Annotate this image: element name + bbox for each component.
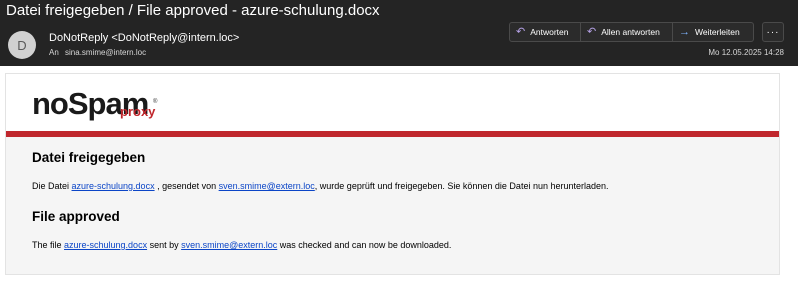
recipient-address[interactable]: sina.smime@intern.loc bbox=[65, 48, 146, 57]
text-segment: was checked and can now be downloaded. bbox=[277, 240, 452, 250]
to-label: An bbox=[49, 48, 59, 57]
forward-label: Weiterleiten bbox=[695, 27, 740, 37]
paragraph-german: Die Datei azure-schulung.docx , gesendet… bbox=[32, 181, 609, 191]
reply-button[interactable]: ↶ Antworten bbox=[509, 22, 581, 42]
reply-all-arrow-icon: ↶ bbox=[587, 25, 597, 38]
logo-registered-mark: ® bbox=[153, 99, 158, 105]
text-segment: The file bbox=[32, 240, 65, 250]
reply-all-button[interactable]: ↶ Allen antworten bbox=[581, 22, 673, 42]
sender-email-link[interactable]: sven.smime@extern.loc bbox=[219, 181, 315, 191]
reply-all-label: Allen antworten bbox=[601, 27, 660, 37]
text-segment: , wurde geprüft und freigegeben. Sie kön… bbox=[314, 181, 609, 191]
reply-label: Antworten bbox=[530, 27, 569, 37]
received-date: Mo 12.05.2025 14:28 bbox=[708, 48, 784, 57]
paragraph-english: The file azure-schulung.docx sent by sve… bbox=[32, 240, 451, 250]
message-actions: ↶ Antworten ↶ Allen antworten → Weiterle… bbox=[509, 22, 754, 42]
more-ellipsis-icon: ··· bbox=[766, 26, 780, 38]
heading-english: File approved bbox=[32, 209, 120, 224]
mail-subject: Datei freigegeben / File approved - azur… bbox=[6, 2, 380, 19]
nospamproxy-logo: noSpam proxy ® bbox=[32, 86, 157, 121]
more-actions-button[interactable]: ··· bbox=[762, 22, 784, 42]
mail-body: noSpam proxy ® Datei freigegeben Die Dat… bbox=[5, 73, 780, 275]
reply-arrow-icon: ↶ bbox=[516, 25, 526, 38]
heading-german: Datei freigegeben bbox=[32, 150, 146, 165]
forward-button[interactable]: → Weiterleiten bbox=[673, 22, 754, 42]
avatar[interactable]: D bbox=[8, 31, 36, 59]
file-link[interactable]: azure-schulung.docx bbox=[72, 181, 155, 191]
logo-sub-text: proxy bbox=[120, 104, 156, 119]
text-segment: , gesendet von bbox=[154, 181, 219, 191]
sender-email-link[interactable]: sven.smime@extern.loc bbox=[181, 240, 277, 250]
recipient-line: An sina.smime@intern.loc bbox=[49, 48, 146, 57]
text-segment: Die Datei bbox=[32, 181, 72, 191]
sender-name[interactable]: DoNotReply <DoNotReply@intern.loc> bbox=[49, 32, 239, 44]
text-segment: sent by bbox=[147, 240, 182, 250]
notification-content: Datei freigegeben Die Datei azure-schulu… bbox=[6, 137, 779, 274]
forward-arrow-icon: → bbox=[679, 25, 690, 38]
file-link[interactable]: azure-schulung.docx bbox=[64, 240, 147, 250]
mail-header: Datei freigegeben / File approved - azur… bbox=[0, 0, 798, 66]
